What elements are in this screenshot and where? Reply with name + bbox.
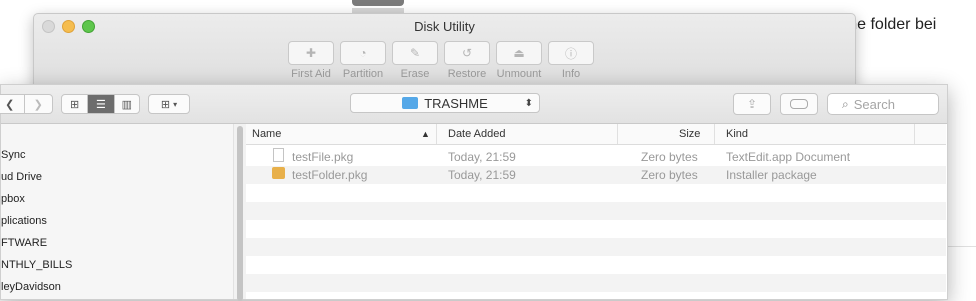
file-size: Zero bytes: [641, 150, 698, 164]
empty-row: [246, 220, 946, 238]
document-icon: [273, 148, 284, 162]
sidebar-item[interactable]: NTHLY_BILLS: [1, 259, 72, 271]
path-popup[interactable]: TRASHME ⬍: [350, 93, 540, 113]
tool-label: Restore: [447, 68, 487, 80]
arrange-grid-icon: ⊞: [160, 98, 171, 111]
first-aid-button[interactable]: ✚ First Aid: [288, 41, 334, 80]
view-mode-control: ⊞ ☰ ▥: [61, 94, 140, 114]
window-title: Disk Utility: [414, 19, 475, 34]
forward-button[interactable]: ❯: [25, 95, 53, 113]
sidebar-item[interactable]: Sync: [1, 149, 25, 161]
grid-icon: ⊞: [70, 98, 80, 111]
finder-toolbar: ❮ ❯ ⊞ ☰ ▥ ⊞ ▾ TRASHME ⬍ ⇪ ⌕ Search: [0, 85, 947, 124]
info-icon: ⓘ: [564, 46, 577, 61]
list-header: Name ▲ Date Added Size Kind: [246, 124, 946, 145]
columns-icon: ▥: [121, 98, 133, 111]
restore-icon: ↺: [461, 46, 473, 60]
file-date: Today, 21:59: [448, 168, 516, 182]
chevron-left-icon: ❮: [5, 98, 15, 111]
search-icon: ⌕: [842, 96, 849, 111]
file-list: Name ▲ Date Added Size Kind testFile.pkg…: [246, 124, 946, 299]
sidebar-item[interactable]: ud Drive: [1, 171, 42, 183]
partition-button[interactable]: ◔ Partition: [340, 41, 386, 80]
search-placeholder: Search: [853, 96, 895, 112]
sidebar-item[interactable]: leyDavidson: [1, 281, 61, 293]
file-size: Zero bytes: [641, 168, 698, 182]
file-name: testFile.pkg: [292, 150, 354, 164]
sidebar-item[interactable]: FTWARE: [1, 237, 47, 249]
file-name: testFolder.pkg: [292, 168, 368, 182]
package-icon: [272, 167, 285, 179]
back-button[interactable]: ❮: [0, 95, 25, 113]
column-header-name[interactable]: Name: [252, 128, 281, 140]
tags-button[interactable]: [780, 93, 818, 115]
chevron-down-icon: ▾: [173, 99, 178, 109]
tag-icon: [790, 99, 808, 109]
chevron-right-icon: ❯: [33, 98, 43, 111]
arrange-button[interactable]: ⊞ ▾: [148, 94, 190, 114]
empty-row: [246, 274, 946, 292]
empty-row: [246, 202, 946, 220]
restore-button[interactable]: ↺ Restore: [444, 41, 490, 80]
empty-row: [246, 238, 946, 256]
file-kind: Installer package: [726, 168, 817, 182]
disk-utility-toolbar: ✚ First Aid ◔ Partition ✎ Erase ↺ Restor…: [288, 41, 594, 80]
finder-window: ❮ ❯ ⊞ ☰ ▥ ⊞ ▾ TRASHME ⬍ ⇪ ⌕ Search Sync: [0, 84, 948, 301]
pie-icon: ◔: [359, 46, 367, 60]
erase-icon: ✎: [409, 46, 421, 60]
sidebar-item[interactable]: pbox: [1, 193, 25, 205]
share-icon: ⇪: [746, 97, 758, 111]
updown-chevron-icon: ⬍: [524, 97, 533, 109]
info-button[interactable]: ⓘ Info: [548, 41, 594, 80]
path-label: TRASHME: [424, 95, 488, 111]
share-button[interactable]: ⇪: [733, 93, 771, 115]
table-row[interactable]: testFolder.pkg Today, 21:59 Zero bytes I…: [246, 166, 946, 184]
empty-row: [246, 256, 946, 274]
back-forward-control: ❮ ❯: [0, 94, 53, 114]
folder-icon: [402, 97, 419, 109]
stethoscope-icon: ✚: [305, 46, 317, 60]
search-field[interactable]: ⌕ Search: [827, 93, 939, 115]
list-icon: ☰: [96, 98, 106, 111]
column-header-size[interactable]: Size: [679, 128, 700, 140]
eject-icon: ⏏: [513, 46, 525, 60]
column-header-kind[interactable]: Kind: [726, 128, 748, 140]
tool-label: Erase: [400, 68, 430, 80]
tool-label: Partition: [342, 68, 384, 80]
tool-label: First Aid: [291, 68, 331, 80]
tool-label: Info: [561, 68, 581, 80]
list-view-button[interactable]: ☰: [88, 95, 115, 113]
tool-label: Unmount: [496, 68, 542, 80]
finder-sidebar: Sync ud Drive pbox plications FTWARE NTH…: [1, 124, 234, 299]
erase-button[interactable]: ✎ Erase: [392, 41, 438, 80]
file-date: Today, 21:59: [448, 150, 516, 164]
background-divider: [946, 246, 976, 247]
background-button: [352, 0, 404, 6]
file-kind: TextEdit.app Document: [726, 150, 851, 164]
column-view-button[interactable]: ▥: [115, 95, 139, 113]
table-row[interactable]: testFile.pkg Today, 21:59 Zero bytes Tex…: [246, 148, 946, 166]
sort-ascending-icon: ▲: [421, 129, 430, 139]
icon-view-button[interactable]: ⊞: [62, 95, 89, 113]
sidebar-scrollbar[interactable]: [233, 124, 246, 301]
sidebar-item[interactable]: plications: [1, 215, 47, 227]
scrollbar-thumb[interactable]: [237, 126, 243, 301]
empty-row: [246, 184, 946, 202]
column-header-date[interactable]: Date Added: [448, 128, 506, 140]
unmount-button[interactable]: ⏏ Unmount: [496, 41, 542, 80]
